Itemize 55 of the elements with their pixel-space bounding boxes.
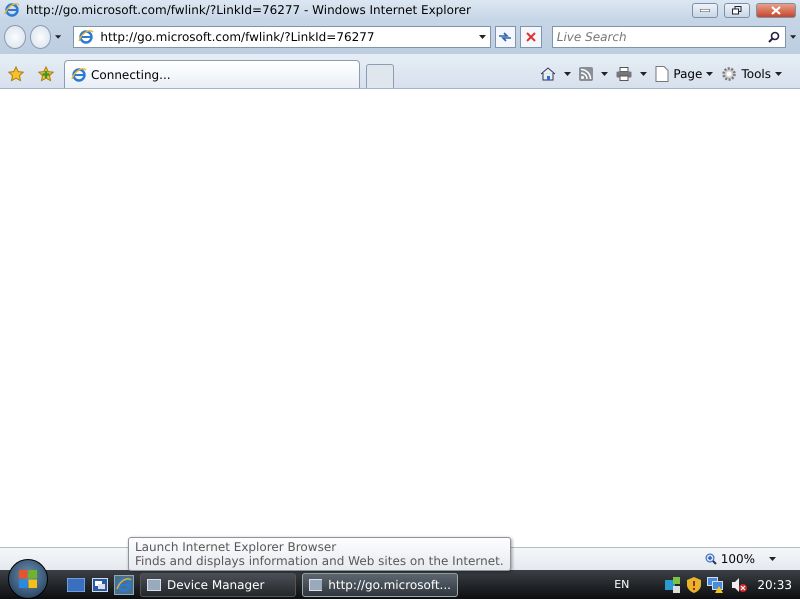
caret-icon xyxy=(775,72,782,76)
close-icon xyxy=(771,6,781,14)
minimize-icon xyxy=(700,8,710,12)
caret-icon xyxy=(769,557,776,561)
refresh-button[interactable] xyxy=(494,26,516,48)
zoom-button[interactable]: 100% xyxy=(704,552,755,566)
home-icon[interactable] xyxy=(540,66,556,82)
window-icon xyxy=(147,578,161,590)
caret-icon xyxy=(640,72,648,76)
caret-icon xyxy=(55,35,62,39)
taskbar-window-button[interactable]: Device Manager xyxy=(140,572,296,596)
add-favorite-icon[interactable] xyxy=(38,66,54,82)
browser-e-icon xyxy=(71,66,87,82)
clock[interactable]: 20:33 xyxy=(757,578,792,592)
search-field[interactable]: Live Search xyxy=(552,26,786,48)
windows-logo xyxy=(18,568,38,588)
browser-launch-button[interactable] xyxy=(114,574,134,594)
desktop-icon xyxy=(67,578,85,592)
browser-e-icon xyxy=(4,2,20,18)
printer-icon[interactable] xyxy=(616,67,632,81)
caret-icon xyxy=(601,72,608,76)
tooltip-text: Finds and displays information and Web sites on the Internet. xyxy=(135,554,504,568)
taskbar-window-button[interactable]: http://go.microsoft... xyxy=(302,572,458,596)
feed-icon[interactable] xyxy=(579,67,594,81)
caret-icon xyxy=(706,72,714,76)
speaker-muted-icon[interactable] xyxy=(731,576,748,592)
tooltip-title: Launch Internet Explorer Browser xyxy=(135,540,338,554)
search-icon xyxy=(768,31,780,43)
browser-e-icon xyxy=(116,576,132,592)
windows-stack-icon xyxy=(92,578,108,592)
window-icon xyxy=(309,578,322,590)
zoom-icon xyxy=(704,553,717,565)
minimize-button[interactable] xyxy=(692,2,718,18)
window-title: http://go.microsoft.com/fwlink/?LinkId=76277 - Windows Internet Explorer xyxy=(26,3,472,17)
browser-tab[interactable]: Connecting... xyxy=(64,60,360,88)
language-indicator[interactable]: EN xyxy=(614,578,630,591)
close-button[interactable] xyxy=(756,2,796,18)
forward-button[interactable] xyxy=(30,25,52,49)
stop-icon xyxy=(526,32,536,42)
stop-button[interactable] xyxy=(520,26,542,48)
restore-button[interactable] xyxy=(724,2,750,18)
refresh-icon xyxy=(498,31,512,43)
tools-menu-button[interactable]: Tools xyxy=(721,66,782,82)
star-icon[interactable] xyxy=(8,66,24,82)
gear-icon xyxy=(721,66,738,82)
address-field[interactable]: http://go.microsoft.com/fwlink/?LinkId=76277 xyxy=(73,26,491,48)
network-icon[interactable] xyxy=(665,576,682,592)
back-button[interactable] xyxy=(4,25,26,49)
caret-icon xyxy=(790,35,796,39)
page-menu-button[interactable]: Page xyxy=(655,66,714,82)
caret-icon xyxy=(478,35,486,39)
caret-icon xyxy=(564,72,572,76)
restore-icon xyxy=(732,6,742,14)
computers-warning-icon[interactable] xyxy=(707,576,726,592)
shield-warning-icon[interactable] xyxy=(687,576,702,592)
